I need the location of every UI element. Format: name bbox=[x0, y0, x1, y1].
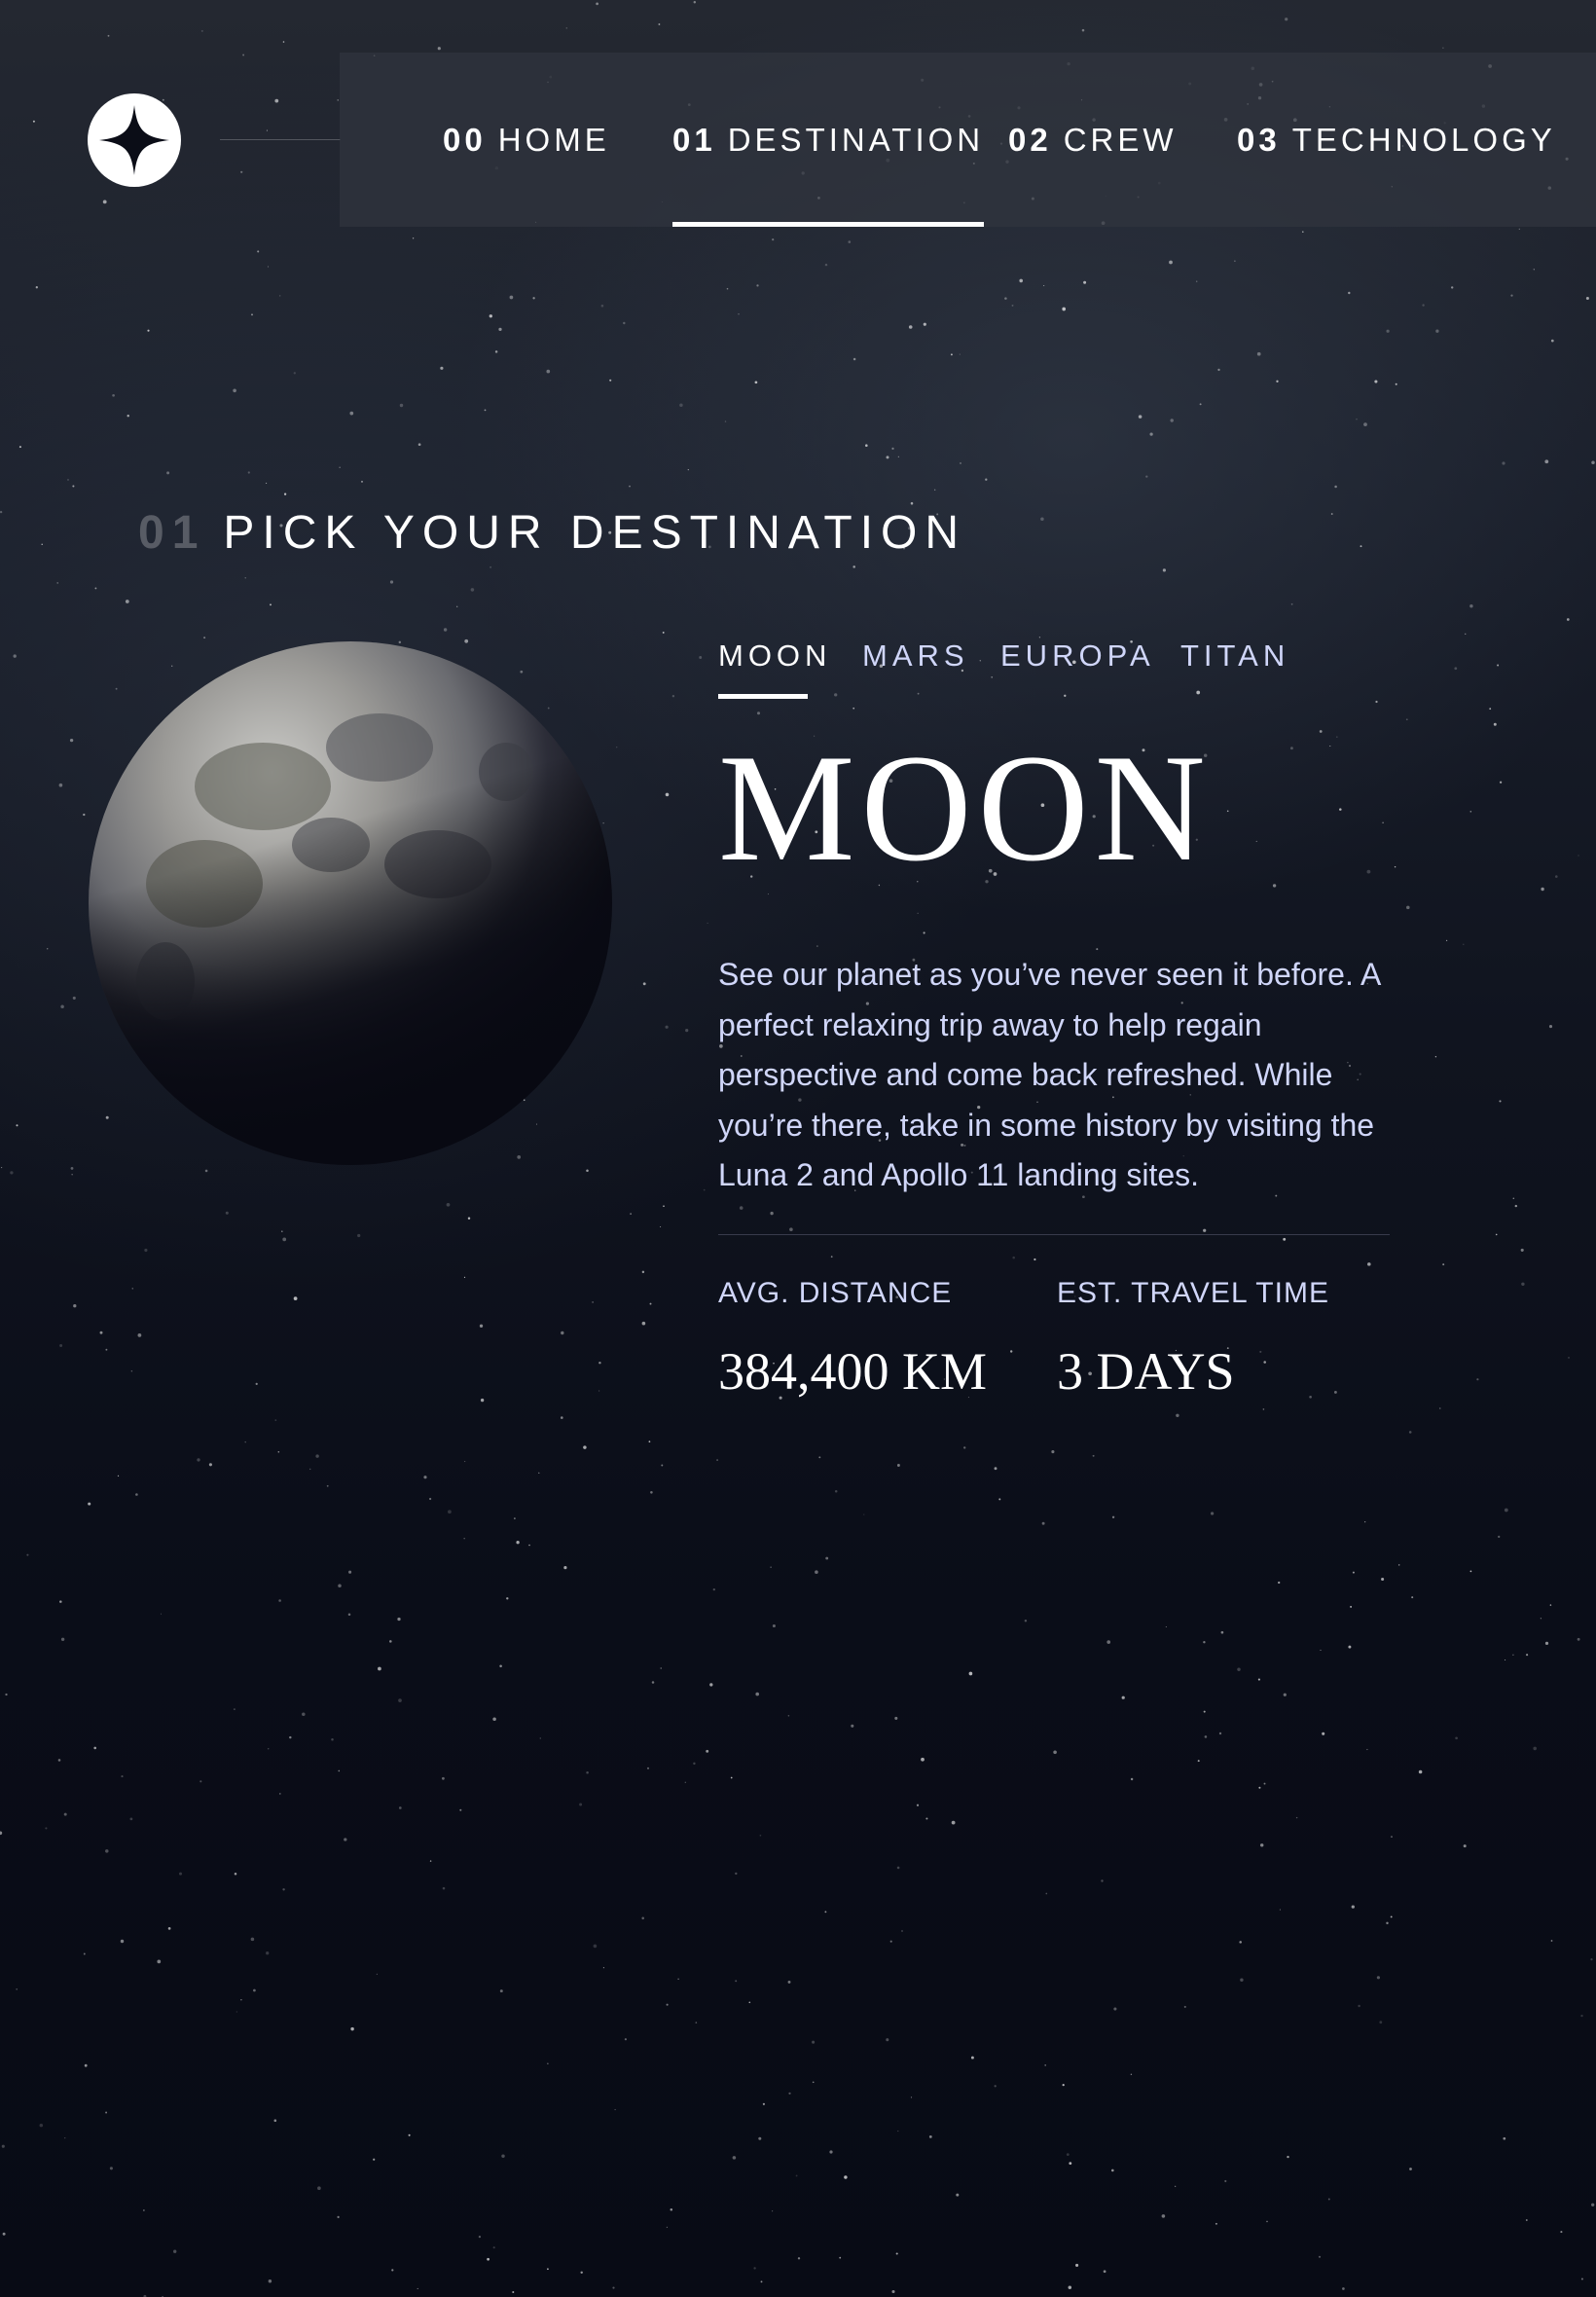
tab-label: TITAN bbox=[1180, 638, 1290, 673]
destination-name: MOON bbox=[718, 723, 1212, 893]
page-title: 01 PICK YOUR DESTINATION bbox=[138, 506, 966, 560]
tab-moon[interactable]: MOON bbox=[718, 638, 826, 699]
tab-active-indicator bbox=[718, 694, 808, 699]
nav-item-label: TECHNOLOGY bbox=[1291, 122, 1556, 158]
header-divider-line bbox=[220, 139, 341, 140]
nav-item-number: 03 bbox=[1237, 122, 1281, 158]
nav-item-number: 02 bbox=[1008, 122, 1052, 158]
nav-active-indicator bbox=[672, 222, 985, 227]
tab-label: MOON bbox=[718, 638, 832, 673]
nav-item-technology[interactable]: 03 TECHNOLOGY bbox=[1237, 53, 1556, 227]
nav-item-number: 01 bbox=[672, 122, 716, 158]
tab-mars[interactable]: MARS bbox=[862, 638, 969, 699]
nav-item-label: HOME bbox=[497, 122, 610, 158]
nav-item-number: 00 bbox=[443, 122, 487, 158]
tab-titan[interactable]: TITAN bbox=[1180, 638, 1289, 699]
nav-item-home[interactable]: 00 HOME bbox=[443, 53, 610, 227]
travel-time-value: 3 DAYS bbox=[1057, 1342, 1235, 1401]
page-title-text: PICK YOUR DESTINATION bbox=[223, 507, 967, 559]
logo-icon[interactable] bbox=[88, 93, 181, 187]
destination-description: See our planet as you’ve never seen it b… bbox=[718, 957, 1380, 1192]
travel-time-label: EST. TRAVEL TIME bbox=[1057, 1277, 1329, 1309]
primary-navigation: 00 HOME 01 DESTINATION 02 CREW 03 TECHNOLOGY bbox=[340, 53, 1596, 227]
distance-value: 384,400 KM bbox=[718, 1342, 988, 1401]
page-title-number: 01 bbox=[138, 507, 206, 559]
tab-label: MARS bbox=[862, 638, 969, 673]
destination-image bbox=[89, 641, 612, 1165]
nav-item-crew[interactable]: 02 CREW bbox=[1008, 53, 1178, 227]
distance-label: AVG. DISTANCE bbox=[718, 1277, 953, 1309]
nav-item-label: CREW bbox=[1063, 122, 1178, 158]
nav-item-label: DESTINATION bbox=[727, 122, 985, 158]
tab-label: EUROPA bbox=[1000, 638, 1155, 673]
tab-europa[interactable]: EUROPA bbox=[1000, 638, 1155, 699]
stats-divider bbox=[718, 1234, 1390, 1235]
nav-item-destination[interactable]: 01 DESTINATION bbox=[672, 53, 985, 227]
